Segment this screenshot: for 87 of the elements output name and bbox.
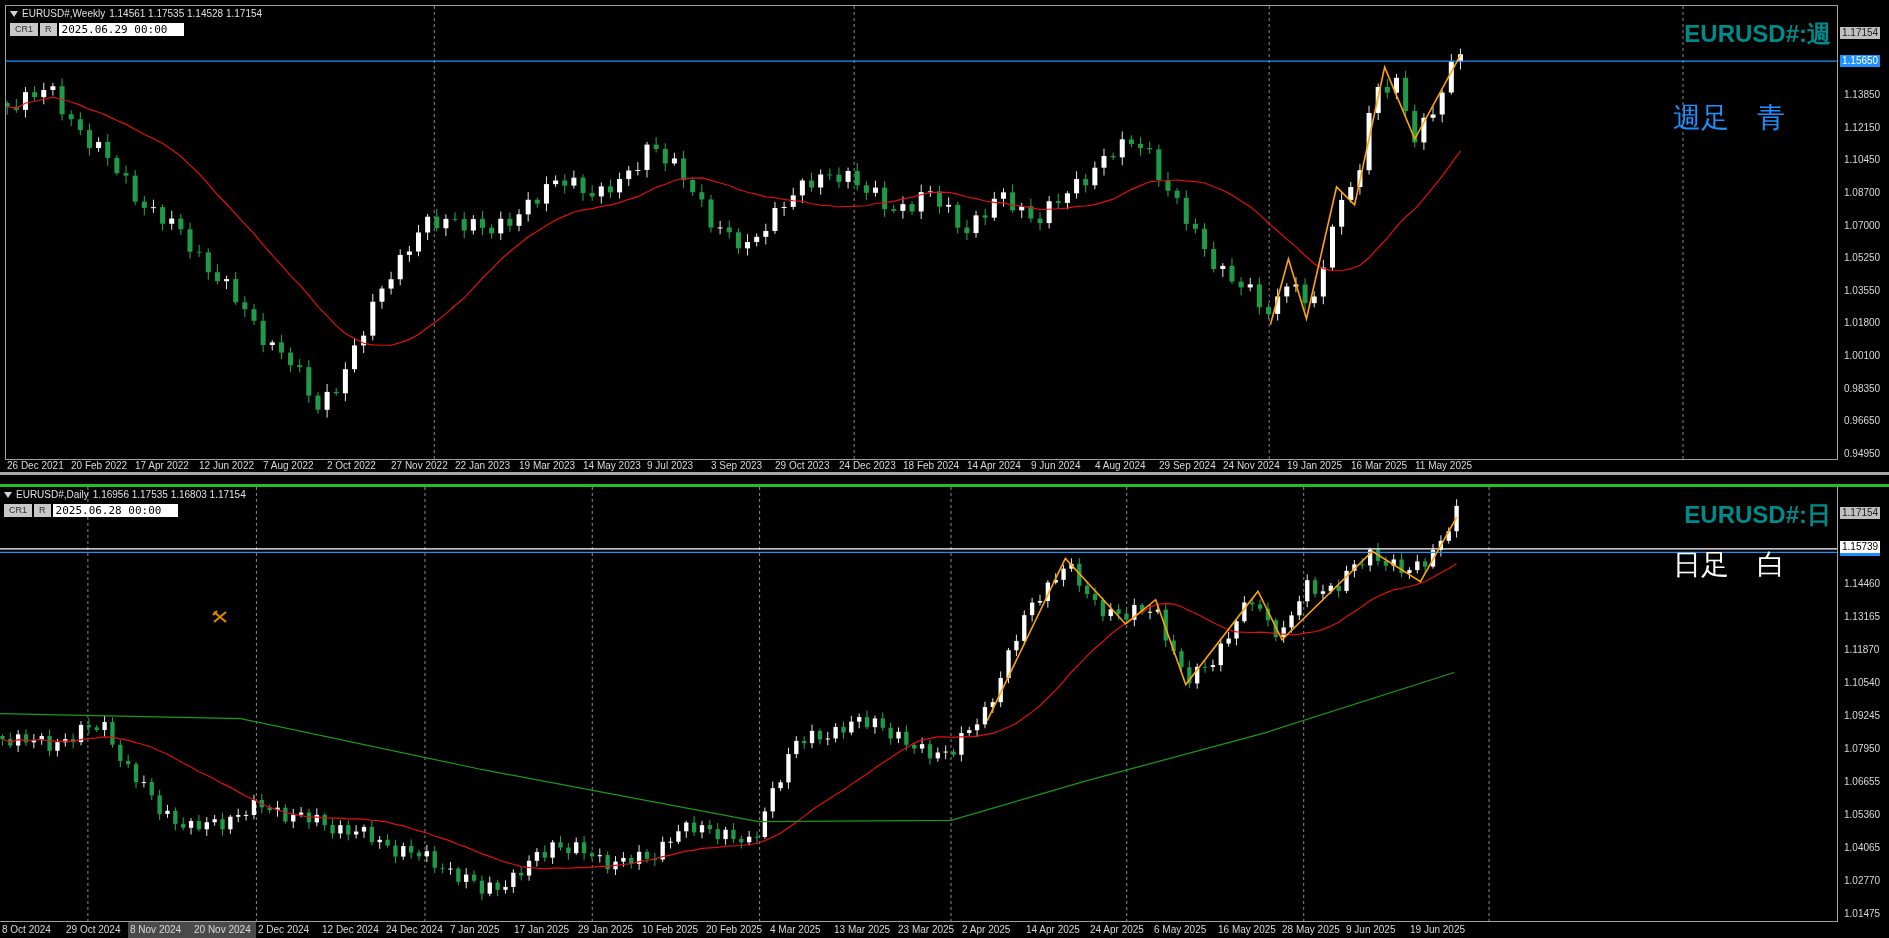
date-tick-label: 2 Oct 2022	[326, 460, 377, 472]
date-tick-label: 24 Dec 2023	[838, 460, 897, 472]
date-tick-label: 26 Dec 2021	[6, 460, 65, 472]
date-tick-label: 11 May 2025	[1414, 460, 1474, 472]
ohlc-values: 1.16956 1.17535 1.16803 1.17154	[92, 489, 246, 501]
price-tick-label: 1.13850	[1843, 89, 1882, 101]
date-tick-label: 2 Apr 2025	[961, 923, 1012, 937]
date-tick-label: 19 Jun 2025	[1409, 923, 1467, 937]
price-tick-label: 0.94950	[1843, 447, 1882, 460]
date-tick-label: 12 Jun 2022	[198, 460, 256, 472]
date-tick-label: 9 Jun 2024	[1030, 460, 1082, 472]
price-tick-label: 1.07000	[1843, 219, 1882, 232]
price-tick-label: 1.02770	[1843, 875, 1882, 887]
date-tick-label: 18 Feb 2024	[902, 460, 961, 472]
price-tick-label: 1.03550	[1843, 284, 1882, 297]
price-tick-label: 1.10450	[1843, 154, 1882, 167]
price-marker: 1.15650	[1840, 55, 1881, 67]
symbol-label: EURUSD#,Daily	[16, 489, 89, 501]
price-tick-label: 1.10540	[1843, 677, 1882, 689]
symbol-label: EURUSD#,Weekly	[22, 8, 106, 20]
date-tick-label: 24 Nov 2024	[1222, 460, 1281, 472]
chart-note: 日足 白	[1673, 549, 1785, 581]
date-tick-label: 4 Aug 2024	[1094, 460, 1147, 472]
date-tick-label: 19 Jan 2025	[1286, 460, 1344, 472]
date-field[interactable]: 2025.06.28 00:00	[52, 504, 178, 517]
date-tick-label: 14 Apr 2024	[966, 460, 1022, 472]
date-tick-label: 28 May 2025	[1281, 923, 1341, 937]
date-tick-label: 29 Sep 2024	[1158, 460, 1217, 472]
date-tick-label: 24 Apr 2025	[1089, 923, 1145, 937]
price-tick-label: 1.01800	[1843, 317, 1882, 330]
date-tick-label: 29 Oct 2023	[774, 460, 831, 472]
chart-title: EURUSD#:週	[1684, 20, 1831, 48]
price-tick-label: 1.05250	[1843, 252, 1882, 265]
price-tick-label: 0.98350	[1843, 382, 1882, 395]
date-tick-label: 20 Nov 2024	[192, 922, 256, 938]
date-tick-label: 13 Mar 2025	[833, 923, 892, 937]
date-tick-label: 8 Nov 2024	[128, 922, 192, 938]
chart-title: EURUSD#:日	[1684, 501, 1831, 529]
chart-button[interactable]: CR1	[4, 504, 32, 517]
date-tick-label: 23 Mar 2025	[897, 923, 956, 937]
date-tick-label: 24 Dec 2024	[385, 923, 444, 937]
chart-button[interactable]: R	[40, 23, 57, 36]
date-tick-label: 17 Jan 2025	[513, 923, 571, 937]
date-tick-label: 12 Dec 2024	[321, 923, 380, 937]
price-tick-label: 1.14460	[1843, 578, 1882, 590]
price-tick-label: 1.12150	[1843, 121, 1882, 134]
price-tick-label: 1.08700	[1843, 186, 1882, 199]
ohlc-values: 1.14561 1.17535 1.14528 1.17154	[109, 8, 263, 20]
date-tick-label: 6 May 2025	[1153, 923, 1208, 937]
date-tick-label: 20 Feb 2022	[70, 460, 129, 472]
price-tick-label: 1.13165	[1843, 611, 1882, 623]
date-tick-label: 19 Mar 2023	[518, 460, 577, 472]
date-tick-label: 20 Feb 2025	[705, 923, 764, 937]
price-marker: 1.17154	[1840, 507, 1881, 519]
date-tick-label: 4 Mar 2025	[769, 923, 822, 937]
date-tick-label: 16 Mar 2025	[1350, 460, 1409, 472]
date-tick-label: 29 Oct 2024	[65, 923, 122, 937]
date-tick-label: 17 Apr 2022	[134, 460, 190, 472]
date-tick-label: 7 Jan 2025	[449, 923, 501, 937]
price-tick-label: 1.09245	[1843, 710, 1882, 722]
price-tick-label: 1.00100	[1843, 350, 1882, 362]
date-tick-label: 22 Jan 2023	[454, 460, 512, 472]
date-tick-label: 14 Apr 2025	[1025, 923, 1081, 937]
date-tick-label: 14 May 2023	[582, 460, 642, 472]
date-tick-label: 16 May 2025	[1217, 923, 1277, 937]
date-tick-label: 27 Nov 2022	[390, 460, 449, 472]
date-tick-label: 9 Jun 2025	[1345, 923, 1397, 937]
price-tick-label: 1.01475	[1843, 908, 1882, 920]
date-tick-label: 8 Oct 2024	[1, 923, 52, 937]
price-marker: 1.17154	[1840, 27, 1881, 39]
date-tick-label: 9 Jul 2023	[646, 460, 695, 472]
date-field[interactable]: 2025.06.29 00:00	[58, 23, 184, 36]
price-tick-label: 1.05360	[1843, 809, 1882, 821]
date-tick-label: 10 Feb 2025	[641, 923, 700, 937]
price-tick-label: 1.04065	[1843, 842, 1882, 854]
price-tick-label: 1.07950	[1843, 743, 1882, 755]
date-tick-label: 29 Jan 2025	[577, 923, 635, 937]
chart-button[interactable]: CR1	[10, 23, 38, 36]
price-tick-label: 1.11870	[1843, 644, 1881, 656]
price-tick-label: 0.96650	[1843, 415, 1882, 428]
chart-note: 週足 青	[1673, 102, 1785, 134]
date-tick-label: 7 Aug 2022	[262, 460, 315, 472]
chart-button[interactable]: R	[34, 504, 51, 517]
date-tick-label: 3 Sep 2023	[710, 460, 764, 472]
price-tick-label: 1.06655	[1843, 776, 1882, 788]
price-marker: 1.15739	[1840, 541, 1881, 556]
date-tick-label: 2 Dec 2024	[257, 923, 311, 937]
